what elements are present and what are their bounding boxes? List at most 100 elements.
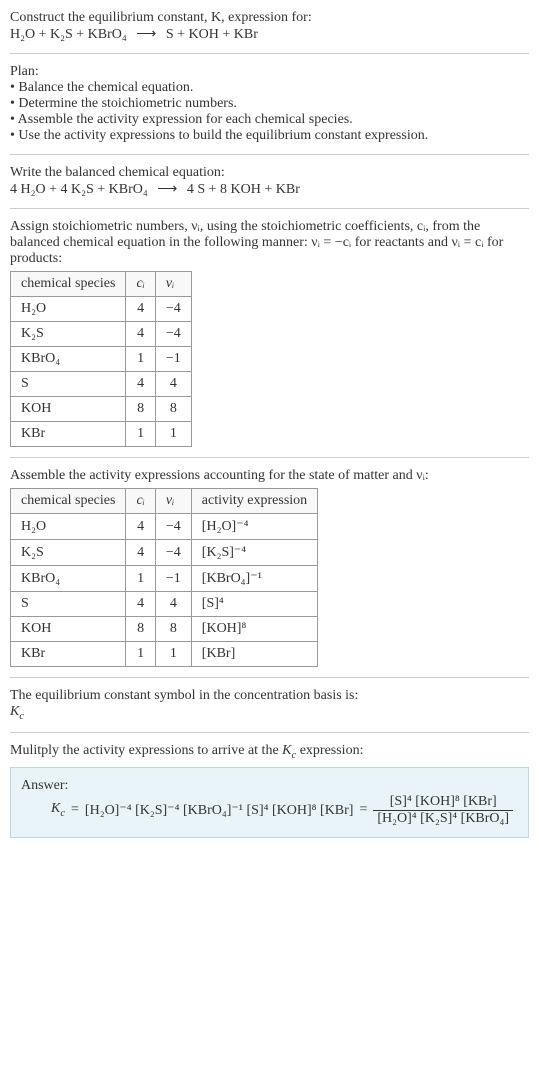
assign-text: Assign stoichiometric numbers, νᵢ, using… <box>10 219 529 267</box>
ci-cell: 4 <box>126 514 155 540</box>
plan-section: Plan: • Balance the chemical equation. •… <box>10 64 529 144</box>
ci-cell: 1 <box>126 566 155 592</box>
fraction-denominator: [H₂O]⁴ [K₂S]⁴ [KBrO₄] <box>373 811 513 827</box>
ci-cell: 1 <box>126 347 155 372</box>
species-cell: H₂O <box>11 514 126 540</box>
vi-cell: −4 <box>155 514 191 540</box>
divider <box>10 208 529 209</box>
table-header-row: chemical species cᵢ νᵢ activity expressi… <box>11 489 318 514</box>
divider <box>10 53 529 54</box>
ci-cell: 4 <box>126 322 155 347</box>
table-row: H₂O 4 −4 [H₂O]⁻⁴ <box>11 514 318 540</box>
plan-item: • Balance the chemical equation. <box>10 80 529 96</box>
vi-cell: 4 <box>155 592 191 617</box>
kc-expr: [H₂O]⁻⁴ [K₂S]⁻⁴ [KBrO₄]⁻¹ [S]⁴ [KOH]⁸ [K… <box>85 802 354 819</box>
ci-cell: 4 <box>126 297 155 322</box>
species-cell: H₂O <box>11 297 126 322</box>
ci-cell: 1 <box>126 642 155 667</box>
species-cell: S <box>11 592 126 617</box>
plan-item: • Determine the stoichiometric numbers. <box>10 96 529 112</box>
species-cell: KBrO₄ <box>11 347 126 372</box>
plan-item: • Assemble the activity expression for e… <box>10 112 529 128</box>
table-row: K₂S 4 −4 <box>11 322 192 347</box>
table-row: KBrO₄ 1 −1 <box>11 347 192 372</box>
species-cell: S <box>11 372 126 397</box>
vi-cell: 8 <box>155 617 191 642</box>
stoich-table: chemical species cᵢ νᵢ H₂O 4 −4 K₂S 4 −4… <box>10 271 192 447</box>
vi-cell: 1 <box>155 422 191 447</box>
ci-cell: 4 <box>126 540 155 566</box>
arrow-icon: ⟶ <box>157 182 177 197</box>
table-row: S 4 4 [S]⁴ <box>11 592 318 617</box>
species-cell: K₂S <box>11 322 126 347</box>
table-row: KBr 1 1 <box>11 422 192 447</box>
vi-cell: 4 <box>155 372 191 397</box>
plan-heading: Plan: <box>10 64 529 80</box>
table-header-row: chemical species cᵢ νᵢ <box>11 272 192 297</box>
table-row: H₂O 4 −4 <box>11 297 192 322</box>
vi-cell: −4 <box>155 322 191 347</box>
intro-lhs: H₂O + K₂S + KBrO₄ <box>10 27 127 42</box>
species-cell: KBr <box>11 422 126 447</box>
vi-cell: −1 <box>155 566 191 592</box>
multiply-text: Mulitply the activity expressions to arr… <box>10 743 529 761</box>
vi-cell: 1 <box>155 642 191 667</box>
balanced-rhs: 4 S + 8 KOH + KBr <box>187 182 300 197</box>
balanced-equation: 4 H₂O + 4 K₂S + KBrO₄ ⟶ 4 S + 8 KOH + KB… <box>10 181 529 198</box>
table-header: chemical species <box>11 489 126 514</box>
table-row: KOH 8 8 [KOH]⁸ <box>11 617 318 642</box>
table-row: KBr 1 1 [KBr] <box>11 642 318 667</box>
divider <box>10 154 529 155</box>
activity-cell: [KBr] <box>191 642 317 667</box>
kc-symbol: Kc <box>51 801 65 819</box>
vi-cell: −4 <box>155 297 191 322</box>
arrow-icon: ⟶ <box>136 27 156 42</box>
multiply-section: Mulitply the activity expressions to arr… <box>10 743 529 838</box>
table-header: cᵢ <box>126 489 155 514</box>
table-row: S 4 4 <box>11 372 192 397</box>
table-header: activity expression <box>191 489 317 514</box>
eqconst-line: The equilibrium constant symbol in the c… <box>10 688 529 704</box>
assign-section: Assign stoichiometric numbers, νᵢ, using… <box>10 219 529 447</box>
species-cell: KBrO₄ <box>11 566 126 592</box>
ci-cell: 4 <box>126 592 155 617</box>
eqconst-section: The equilibrium constant symbol in the c… <box>10 688 529 722</box>
vi-cell: −1 <box>155 347 191 372</box>
balanced-lhs: 4 H₂O + 4 K₂S + KBrO₄ <box>10 182 148 197</box>
table-header: νᵢ <box>155 489 191 514</box>
answer-box: Answer: Kc = [H₂O]⁻⁴ [K₂S]⁻⁴ [KBrO₄]⁻¹ [… <box>10 767 529 838</box>
species-cell: K₂S <box>11 540 126 566</box>
activity-cell: [K₂S]⁻⁴ <box>191 540 317 566</box>
activity-cell: [H₂O]⁻⁴ <box>191 514 317 540</box>
table-header: cᵢ <box>126 272 155 297</box>
equals: = <box>71 802 79 818</box>
species-cell: KOH <box>11 617 126 642</box>
activity-cell: [S]⁴ <box>191 592 317 617</box>
vi-cell: −4 <box>155 540 191 566</box>
plan-item: • Use the activity expressions to build … <box>10 128 529 144</box>
equals: = <box>359 802 367 818</box>
vi-cell: 8 <box>155 397 191 422</box>
balanced-heading: Write the balanced chemical equation: <box>10 165 529 181</box>
table-header: νᵢ <box>155 272 191 297</box>
kc-fraction: [S]⁴ [KOH]⁸ [KBr] [H₂O]⁴ [K₂S]⁴ [KBrO₄] <box>373 794 513 827</box>
assemble-section: Assemble the activity expressions accoun… <box>10 468 529 667</box>
activity-cell: [KBrO₄]⁻¹ <box>191 566 317 592</box>
answer-label: Answer: <box>21 778 518 794</box>
intro-rhs: S + KOH + KBr <box>166 27 258 42</box>
species-cell: KBr <box>11 642 126 667</box>
intro-section: Construct the equilibrium constant, K, e… <box>10 10 529 43</box>
ci-cell: 8 <box>126 397 155 422</box>
ci-cell: 8 <box>126 617 155 642</box>
balanced-section: Write the balanced chemical equation: 4 … <box>10 165 529 198</box>
ci-cell: 4 <box>126 372 155 397</box>
species-cell: KOH <box>11 397 126 422</box>
activity-cell: [KOH]⁸ <box>191 617 317 642</box>
kc-expression: Kc = [H₂O]⁻⁴ [K₂S]⁻⁴ [KBrO₄]⁻¹ [S]⁴ [KOH… <box>51 794 518 827</box>
divider <box>10 732 529 733</box>
divider <box>10 677 529 678</box>
table-header: chemical species <box>11 272 126 297</box>
divider <box>10 457 529 458</box>
ci-cell: 1 <box>126 422 155 447</box>
table-row: KOH 8 8 <box>11 397 192 422</box>
